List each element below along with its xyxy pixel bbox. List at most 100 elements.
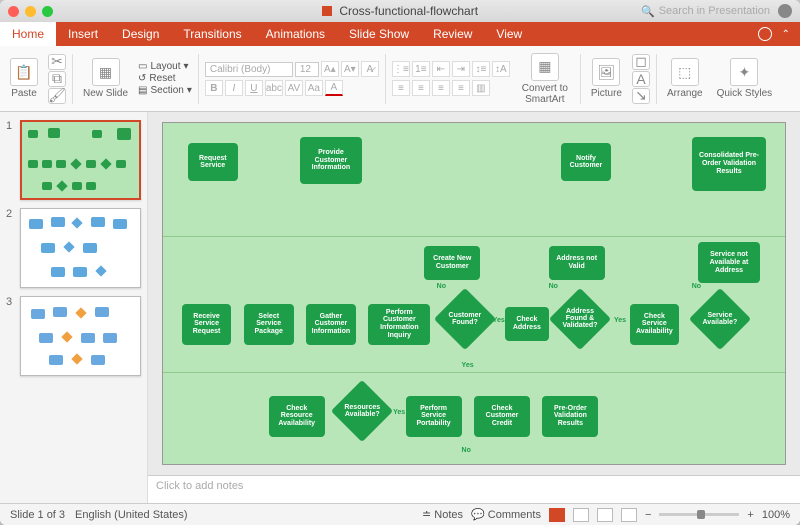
numbering-button[interactable]: 1≡: [412, 61, 430, 77]
line-button[interactable]: ↘: [632, 88, 650, 104]
node-check-res[interactable]: Check Resource Availability: [269, 396, 325, 437]
picture-button[interactable]: 🖼: [592, 58, 620, 86]
clear-format-button[interactable]: A̷: [361, 61, 379, 77]
shapes-button[interactable]: ◻: [632, 54, 650, 70]
node-check-credit[interactable]: Check Customer Credit: [474, 396, 530, 437]
text-direction-button[interactable]: ↕A: [492, 61, 510, 77]
smartart-button[interactable]: ▦: [531, 53, 559, 81]
node-notify[interactable]: Notify Customer: [561, 143, 611, 181]
node-perform-port[interactable]: Perform Service Portability: [406, 396, 462, 437]
tab-transitions[interactable]: Transitions: [171, 22, 253, 46]
node-res-avail[interactable]: Resources Available?: [340, 389, 384, 433]
sorter-view-button[interactable]: [573, 508, 589, 522]
slideshow-view-button[interactable]: [621, 508, 637, 522]
shadow-button[interactable]: AV: [285, 80, 303, 96]
line-spacing-button[interactable]: ↕≡: [472, 61, 490, 77]
shrink-font-button[interactable]: A▾: [341, 61, 359, 77]
arrange-button[interactable]: ⬚: [671, 58, 699, 86]
tab-slideshow[interactable]: Slide Show: [337, 22, 421, 46]
zoom-out-button[interactable]: −: [645, 509, 651, 521]
format-painter-button[interactable]: 🖌: [48, 88, 66, 104]
indent-more-button[interactable]: ⇥: [452, 61, 470, 77]
notes-toggle[interactable]: ≐ Notes: [422, 508, 463, 521]
bold-button[interactable]: B: [205, 80, 223, 96]
smartart-label: Convert to SmartArt: [520, 83, 570, 105]
close-button[interactable]: [8, 6, 19, 17]
align-center-button[interactable]: ≡: [412, 80, 430, 96]
node-addr-found[interactable]: Address Found & Validated?: [558, 297, 602, 341]
node-receive[interactable]: Receive Service Request: [182, 304, 232, 345]
slide-panel[interactable]: 1: [0, 112, 148, 503]
grow-font-button[interactable]: A▴: [321, 61, 339, 77]
tab-view[interactable]: View: [484, 22, 534, 46]
columns-button[interactable]: ▥: [472, 80, 490, 96]
powerpoint-icon: [322, 6, 332, 16]
node-create-new[interactable]: Create New Customer: [424, 246, 480, 280]
language-indicator[interactable]: English (United States): [75, 509, 188, 521]
canvas[interactable]: Request Service Provide Customer Informa…: [148, 112, 800, 475]
underline-button[interactable]: U: [245, 80, 263, 96]
node-consolidated[interactable]: Consolidated Pre-Order Validation Result…: [692, 137, 767, 192]
node-check-svc[interactable]: Check Service Availability: [630, 304, 680, 345]
app-window: Cross-functional-flowchart 🔍 Search in P…: [0, 0, 800, 525]
align-right-button[interactable]: ≡: [432, 80, 450, 96]
node-customer-found[interactable]: Customer Found?: [443, 297, 487, 341]
node-select-pkg[interactable]: Select Service Package: [244, 304, 294, 345]
textbox-button[interactable]: A: [632, 71, 650, 87]
paste-group: 📋 Paste: [6, 50, 42, 107]
spacing-button[interactable]: Aa: [305, 80, 323, 96]
node-svc-not-avail[interactable]: Service not Available at Address: [698, 242, 760, 283]
node-svc-avail[interactable]: Service Available?: [698, 297, 742, 341]
user-avatar[interactable]: [778, 4, 792, 18]
zoom-slider[interactable]: [659, 513, 739, 516]
copy-button[interactable]: ⧉: [48, 71, 66, 87]
node-preorder[interactable]: Pre-Order Validation Results: [542, 396, 598, 437]
tab-animations[interactable]: Animations: [254, 22, 337, 46]
collapse-ribbon-icon[interactable]: ⌃: [782, 29, 790, 40]
search-input[interactable]: 🔍 Search in Presentation: [641, 5, 770, 18]
paste-button[interactable]: 📋: [10, 58, 38, 86]
slide-thumbnail-1[interactable]: [20, 120, 141, 200]
section-button[interactable]: ▤ Section ▾: [138, 85, 192, 96]
node-addr-not-valid[interactable]: Address not Valid: [549, 246, 605, 280]
tab-review[interactable]: Review: [421, 22, 484, 46]
slide-thumbnail-3[interactable]: [20, 296, 141, 376]
label-yes: Yes: [393, 409, 405, 416]
cut-button[interactable]: ✂: [48, 54, 66, 70]
editor-area: Request Service Provide Customer Informa…: [148, 112, 800, 503]
tab-design[interactable]: Design: [110, 22, 171, 46]
feedback-icon[interactable]: [758, 27, 772, 41]
font-color-button[interactable]: A: [325, 80, 343, 96]
indent-less-button[interactable]: ⇤: [432, 61, 450, 77]
font-name-select[interactable]: Calibri (Body): [205, 62, 293, 77]
minimize-button[interactable]: [25, 6, 36, 17]
zoom-in-button[interactable]: +: [747, 509, 753, 521]
quick-styles-button[interactable]: ✦: [730, 58, 758, 86]
justify-button[interactable]: ≡: [452, 80, 470, 96]
bullets-button[interactable]: ⋮≡: [392, 61, 410, 77]
node-provide-info[interactable]: Provide Customer Information: [300, 137, 362, 185]
label-no: No: [437, 283, 446, 290]
tab-insert[interactable]: Insert: [56, 22, 110, 46]
new-slide-button[interactable]: ▦: [92, 58, 120, 86]
label-no: No: [549, 283, 558, 290]
zoom-level[interactable]: 100%: [762, 509, 790, 521]
maximize-button[interactable]: [42, 6, 53, 17]
node-check-addr[interactable]: Check Address: [505, 307, 549, 341]
comments-toggle[interactable]: 💬 Comments: [471, 508, 541, 521]
reading-view-button[interactable]: [597, 508, 613, 522]
node-request-service[interactable]: Request Service: [188, 143, 238, 181]
slide-thumbnail-2[interactable]: [20, 208, 141, 288]
normal-view-button[interactable]: [549, 508, 565, 522]
layout-button[interactable]: ▭ Layout ▾: [138, 61, 192, 72]
reset-button[interactable]: ↺ Reset: [138, 73, 192, 84]
tab-home[interactable]: Home: [0, 22, 56, 46]
align-left-button[interactable]: ≡: [392, 80, 410, 96]
slide-content[interactable]: Request Service Provide Customer Informa…: [162, 122, 786, 465]
node-gather[interactable]: Gather Customer Information: [306, 304, 356, 345]
node-perform-inquiry[interactable]: Perform Customer Information Inquiry: [368, 304, 430, 345]
notes-pane[interactable]: Click to add notes: [148, 475, 800, 503]
font-size-select[interactable]: 12: [295, 62, 319, 77]
italic-button[interactable]: I: [225, 80, 243, 96]
strike-button[interactable]: abc: [265, 80, 283, 96]
